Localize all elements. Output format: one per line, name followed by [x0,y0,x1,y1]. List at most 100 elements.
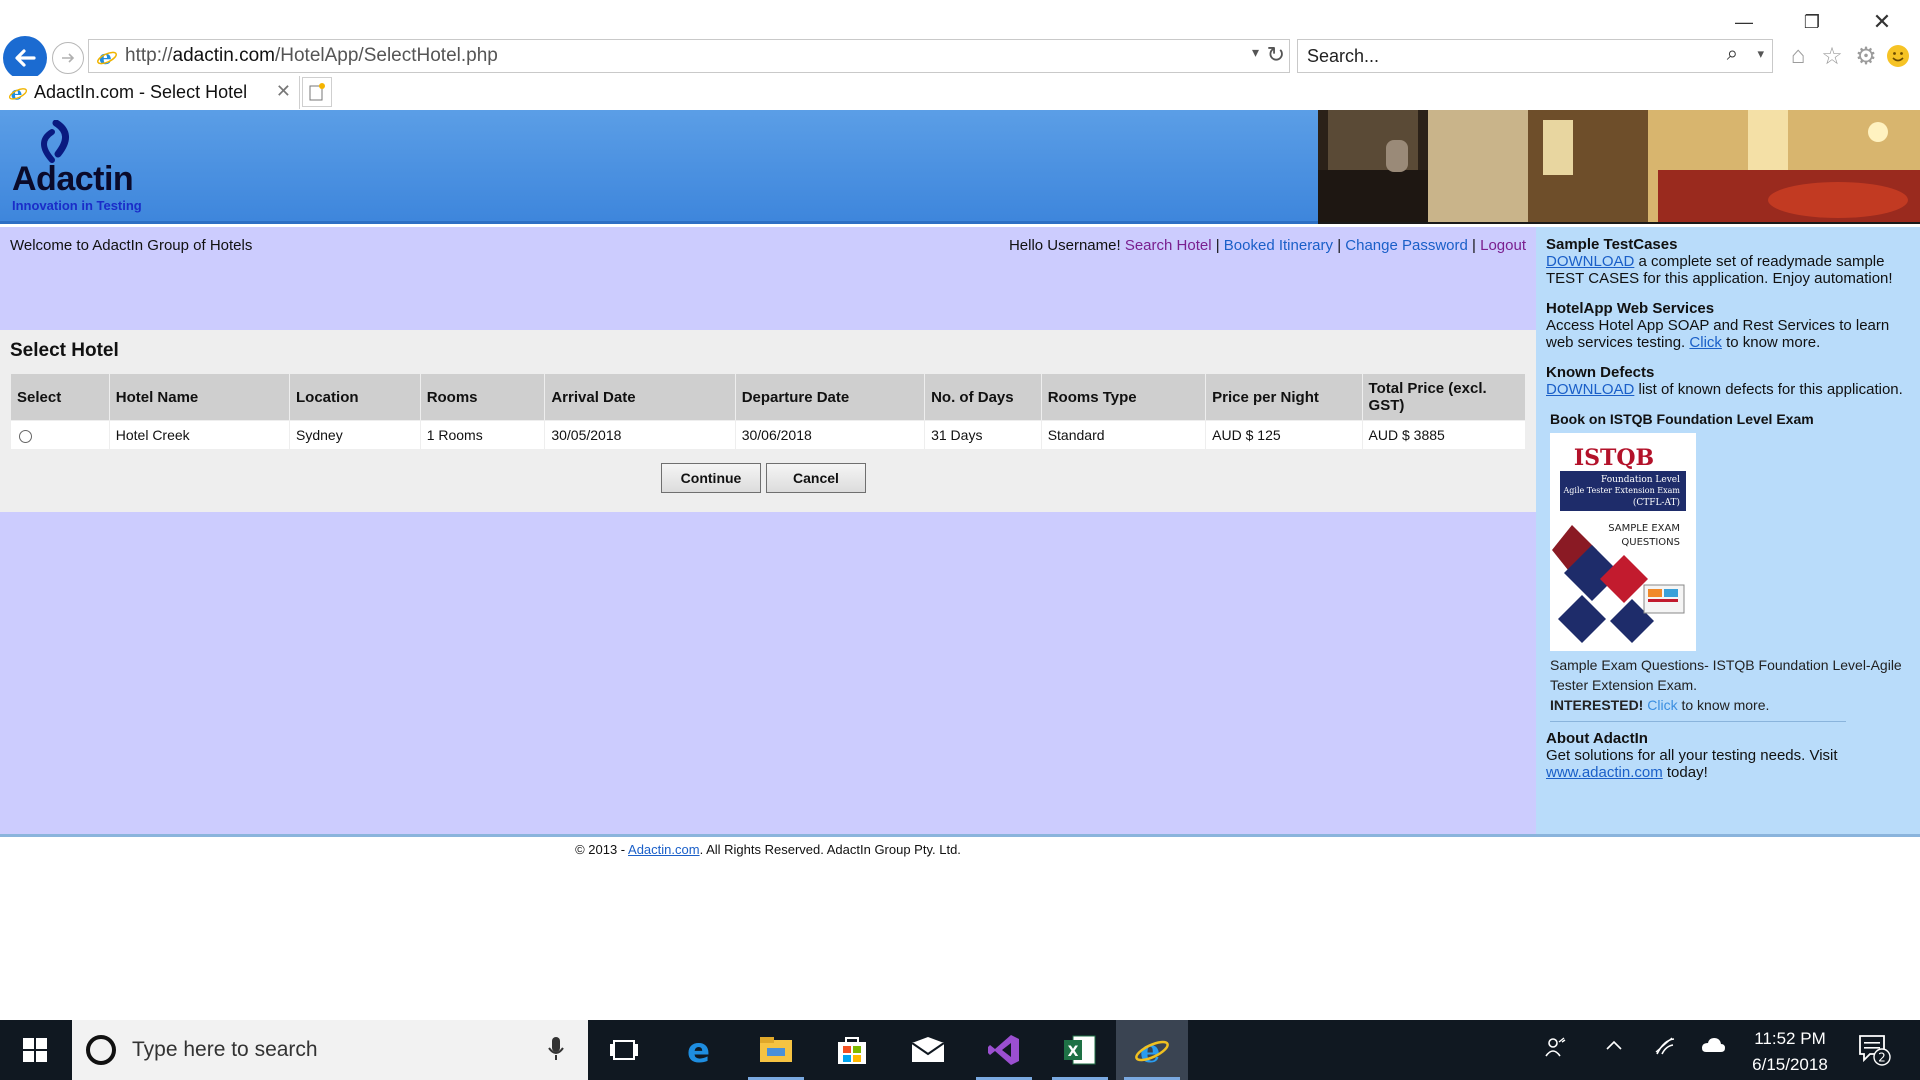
start-button[interactable] [0,1020,70,1080]
settings-gear-icon[interactable]: ⚙ [1852,42,1880,70]
windows-taskbar: Type here to search e X e 11:52 PM 6/15/… [0,1020,1920,1080]
col-no-of-days: No. of Days [925,374,1041,420]
continue-button[interactable]: Continue [661,463,761,493]
onedrive-cloud-icon[interactable] [1700,1036,1726,1060]
select-cell [11,421,109,449]
table-header-row: Select Hotel Name Location Rooms Arrival… [11,374,1525,420]
url-path: /HotelApp/SelectHotel.php [274,45,498,66]
about-heading: About AdactIn [1546,730,1648,747]
visual-studio-icon [988,1035,1019,1065]
close-window-icon[interactable]: ✕ [1854,8,1910,36]
people-icon[interactable] [1544,1036,1566,1064]
about-text-2: today! [1662,764,1708,781]
windows-logo-icon [23,1038,47,1062]
col-rooms-type: Rooms Type [1041,374,1206,420]
task-view-icon [610,1040,638,1060]
book-interested: INTERESTED! [1550,697,1644,713]
feedback-smiley-icon[interactable] [1884,42,1912,70]
nav-booked-itinerary[interactable]: Booked Itinerary [1224,237,1333,254]
action-center-button[interactable]: 2 [1858,1034,1892,1071]
taskbar-visual-studio[interactable] [968,1020,1040,1080]
taskbar-excel[interactable]: X [1044,1020,1116,1080]
room-type-cell: Standard [1041,421,1206,449]
book-click-link[interactable]: Click [1647,697,1677,713]
browser-search-input[interactable]: Search... ⌕ ▾ [1297,39,1773,73]
col-hotel-name: Hotel Name [109,374,290,420]
price-per-night-cell: AUD $ 125 [1206,421,1362,449]
footer-link[interactable]: Adactin.com [628,842,700,857]
logo-tagline: Innovation in Testing [12,198,142,213]
site-banner: Adactin Innovation in Testing [0,110,1920,224]
store-icon [838,1037,866,1064]
arrival-date-cell: 30/05/2018 [545,421,735,449]
cancel-button[interactable]: Cancel [766,463,866,493]
total-price-cell: AUD $ 3885 [1362,421,1525,449]
taskbar-mail[interactable] [892,1020,964,1080]
book-line-3: (CTFL-AT) [1633,497,1680,508]
search-icon[interactable]: ⌕ [1727,43,1738,66]
nav-logout[interactable]: Logout [1480,237,1526,254]
col-price-per-night: Price per Night [1206,374,1362,420]
microphone-icon[interactable] [548,1036,564,1062]
sidebar-defects: Known Defects DOWNLOAD list of known def… [1546,364,1912,398]
taskbar-search-placeholder: Type here to search [132,1038,318,1061]
clock-time: 11:52 PM [1754,1029,1826,1048]
page-title: Select Hotel [10,340,119,361]
minimize-icon[interactable]: — [1716,8,1772,36]
hotel-select-radio[interactable] [19,429,32,443]
webservices-click-link[interactable]: Click [1689,334,1722,351]
svg-text:e: e [687,1033,710,1067]
nav-change-password[interactable]: Change Password [1345,237,1468,254]
wifi-icon[interactable] [1654,1036,1676,1062]
book-line-1: Foundation Level [1601,475,1680,485]
ie-page-icon: e [97,46,117,68]
back-button[interactable] [3,36,47,80]
nav-separator: | [1215,237,1220,254]
show-hidden-icons[interactable] [1604,1036,1624,1062]
defects-download-link[interactable]: DOWNLOAD [1546,381,1634,398]
taskbar-store[interactable] [816,1020,888,1080]
book-heading: Book on ISTQB Foundation Level Exam [1550,411,1814,427]
search-dropdown-icon[interactable]: ▾ [1757,46,1764,62]
address-bar[interactable]: e http://adactin.com/HotelApp/SelectHote… [88,39,1290,73]
tab-select-hotel[interactable]: e AdactIn.com - Select Hotel ✕ [0,76,300,109]
col-arrival-date: Arrival Date [545,374,735,420]
task-view-button[interactable] [588,1020,660,1080]
tab-close-icon[interactable]: ✕ [276,81,291,102]
refresh-icon[interactable]: ↻ [1267,42,1285,68]
footer-divider [0,834,1920,837]
footer-suffix: . All Rights Reserved. AdactIn Group Pty… [699,842,961,857]
nav-search-hotel[interactable]: Search Hotel [1125,237,1212,254]
taskbar-edge[interactable]: e [664,1020,736,1080]
about-text: Get solutions for all your testing needs… [1546,747,1838,764]
taskbar-search-box[interactable]: Type here to search [72,1020,588,1080]
taskbar-internet-explorer[interactable]: e [1116,1020,1188,1080]
istqb-book-cover[interactable]: ISTQB Foundation Level Agile Tester Exte… [1550,433,1696,651]
web-page: Adactin Innovation in Testing Welcome to… [0,110,1920,1020]
forward-button[interactable] [52,42,84,74]
taskbar-file-explorer[interactable] [740,1020,812,1080]
book-line-4: SAMPLE EXAM [1608,523,1680,534]
sidebar-about: About AdactIn Get solutions for all your… [1546,730,1912,781]
address-dropdown-icon[interactable]: ▾ [1252,44,1259,61]
col-location: Location [290,374,420,420]
col-rooms: Rooms [420,374,545,420]
about-website-link[interactable]: www.adactin.com [1546,764,1663,781]
nav-separator: | [1337,237,1342,254]
ie-tab-icon: e [8,83,28,103]
rooms-cell: 1 Rooms [420,421,545,449]
right-sidebar: Sample TestCases DOWNLOAD a complete set… [1536,227,1920,834]
restore-icon[interactable]: ❐ [1784,8,1840,36]
mail-icon [911,1037,945,1062]
book-caption-text-2: to know more. [1677,697,1770,713]
svg-text:X: X [1068,1044,1079,1060]
new-tab-icon [309,83,325,101]
col-select: Select [11,374,109,420]
taskbar-clock[interactable]: 11:52 PM 6/15/2018 [1730,1026,1850,1078]
favorites-star-icon[interactable]: ☆ [1818,42,1846,70]
greeting: Hello Username! [1008,237,1121,254]
sidebar-divider [1550,721,1846,722]
new-tab-button[interactable] [302,77,332,107]
home-icon[interactable]: ⌂ [1784,42,1812,70]
testcases-download-link[interactable]: DOWNLOAD [1546,253,1634,270]
